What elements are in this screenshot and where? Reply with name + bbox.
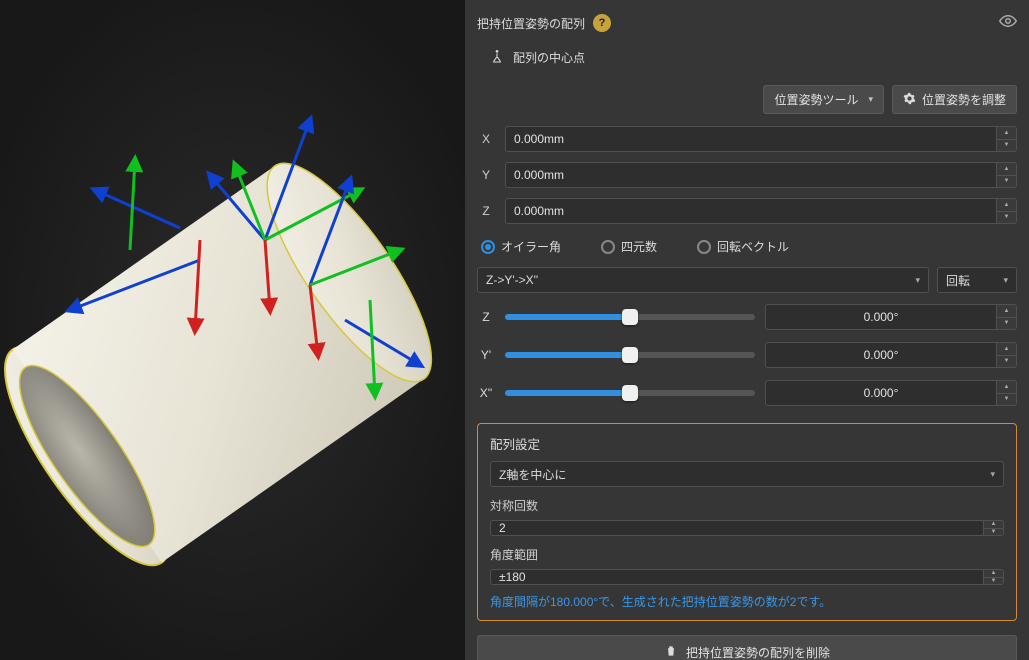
radio-quaternion-label: 四元数 xyxy=(621,238,657,255)
range-input[interactable]: ▲▼ xyxy=(490,569,1004,585)
slider-xpp-value[interactable]: ▲▼ xyxy=(765,380,1017,406)
z-input[interactable]: ▲▼ xyxy=(505,198,1017,224)
slider-z-value[interactable]: ▲▼ xyxy=(765,304,1017,330)
side-panel: 把持位置姿勢の配列 ? 配列の中心点 位置姿勢ツール 位置姿勢を調整 X xyxy=(465,0,1029,660)
help-icon[interactable]: ? xyxy=(593,14,611,32)
slider-thumb[interactable] xyxy=(622,347,638,363)
array-axis-select[interactable]: Z軸を中心に xyxy=(490,461,1004,487)
panel-header: 把持位置姿勢の配列 ? xyxy=(477,8,1017,38)
z-field[interactable] xyxy=(506,199,996,223)
subhead-label: 配列の中心点 xyxy=(513,49,585,66)
subhead-row: 配列の中心点 xyxy=(477,44,1017,75)
x-spinner[interactable]: ▲▼ xyxy=(996,127,1016,151)
y-field[interactable] xyxy=(506,163,996,187)
trash-icon xyxy=(664,644,678,660)
array-axis-label: Z軸を中心に xyxy=(499,466,566,483)
radio-euler-label: オイラー角 xyxy=(501,238,561,255)
y-input[interactable]: ▲▼ xyxy=(505,162,1017,188)
slider-thumb[interactable] xyxy=(622,385,638,401)
count-field[interactable] xyxy=(491,521,983,535)
count-input[interactable]: ▲▼ xyxy=(490,520,1004,536)
center-point-icon xyxy=(489,48,505,67)
adjust-pose-button[interactable]: 位置姿勢を調整 xyxy=(892,85,1017,114)
rotation-mode-row: オイラー角 四元数 回転ベクトル xyxy=(477,232,1017,259)
slider-z-label: Z xyxy=(477,310,495,324)
pose-tool-button[interactable]: 位置姿勢ツール xyxy=(763,85,884,114)
gear-icon xyxy=(903,92,916,108)
x-field[interactable] xyxy=(506,127,996,151)
rotation-action-label: 回転 xyxy=(946,272,970,289)
rotation-order-select[interactable]: Z->Y'->X'' xyxy=(477,267,929,293)
z-label: Z xyxy=(477,204,495,218)
radio-icon xyxy=(481,240,495,254)
array-title: 配列設定 xyxy=(490,434,1004,453)
slider-yp-value[interactable]: ▲▼ xyxy=(765,342,1017,368)
count-label: 対称回数 xyxy=(490,497,1004,514)
radio-quaternion[interactable]: 四元数 xyxy=(601,238,657,255)
array-settings: 配列設定 Z軸を中心に 対称回数 ▲▼ 角度範囲 ▲▼ 角度間隔が180.000… xyxy=(477,423,1017,621)
slider-yp-label: Y' xyxy=(477,348,495,362)
viewport-scene xyxy=(0,0,465,660)
radio-euler[interactable]: オイラー角 xyxy=(481,238,561,255)
toolbar: 位置姿勢ツール 位置姿勢を調整 xyxy=(477,81,1017,118)
visibility-icon[interactable] xyxy=(999,12,1017,34)
x-label: X xyxy=(477,132,495,146)
rotation-action-select[interactable]: 回転 xyxy=(937,267,1017,293)
y-spinner[interactable]: ▲▼ xyxy=(996,163,1016,187)
y-label: Y xyxy=(477,168,495,182)
adjust-pose-label: 位置姿勢を調整 xyxy=(922,91,1006,108)
slider-z[interactable] xyxy=(505,314,755,320)
radio-icon xyxy=(601,240,615,254)
range-label: 角度範囲 xyxy=(490,546,1004,563)
radio-icon xyxy=(697,240,711,254)
delete-array-button[interactable]: 把持位置姿勢の配列を削除 xyxy=(477,635,1017,660)
delete-array-label: 把持位置姿勢の配列を削除 xyxy=(686,644,830,660)
slider-yp[interactable] xyxy=(505,352,755,358)
radio-rvec-label: 回転ベクトル xyxy=(717,238,789,255)
rotation-order-label: Z->Y'->X'' xyxy=(486,273,538,287)
slider-thumb[interactable] xyxy=(622,309,638,325)
x-input[interactable]: ▲▼ xyxy=(505,126,1017,152)
z-spinner[interactable]: ▲▼ xyxy=(996,199,1016,223)
range-field[interactable] xyxy=(491,570,983,584)
slider-xpp-label: X'' xyxy=(477,386,495,400)
slider-xpp[interactable] xyxy=(505,390,755,396)
radio-rvec[interactable]: 回転ベクトル xyxy=(697,238,789,255)
panel-title: 把持位置姿勢の配列 xyxy=(477,15,585,32)
threed-viewport[interactable] xyxy=(0,0,465,660)
array-info: 角度間隔が180.000°で、生成された把持位置姿勢の数が2です。 xyxy=(490,593,1004,610)
